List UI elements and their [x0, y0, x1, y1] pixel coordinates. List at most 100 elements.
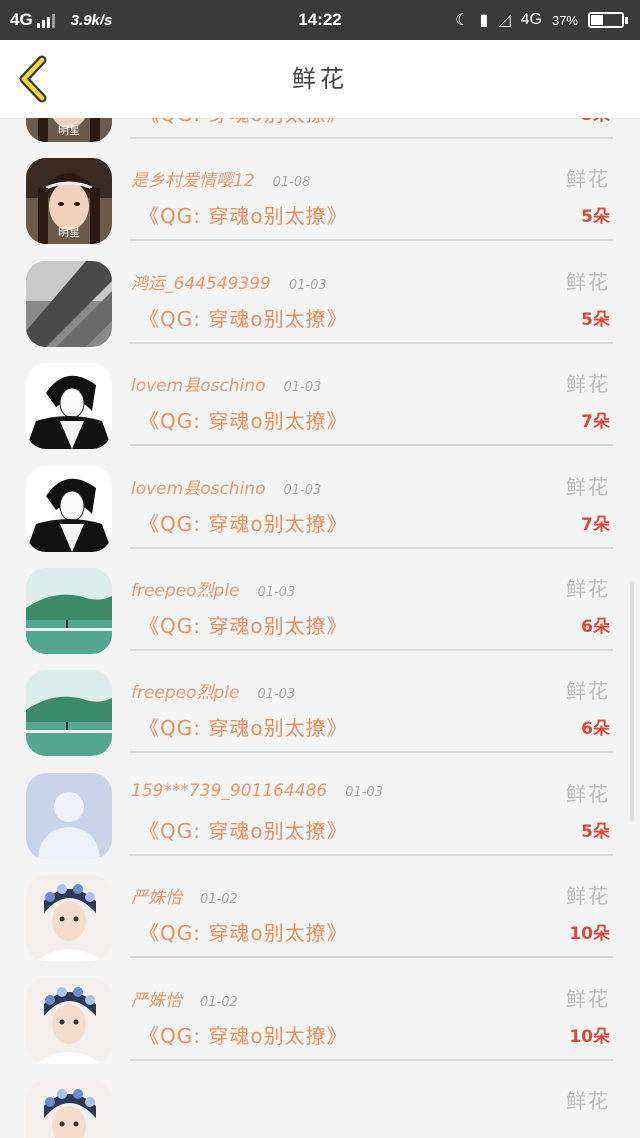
flower-count: 6朵 [581, 719, 610, 740]
sender-name [131, 1088, 149, 1108]
gift-type: 鲜花 [566, 167, 610, 192]
divider [130, 546, 613, 549]
sim-icon: ▮ [479, 12, 489, 29]
scrollbar[interactable] [630, 582, 634, 822]
avatar-caption: 明星 [58, 226, 80, 240]
avatar[interactable] [26, 772, 112, 859]
flower-crown-boy-avatar-image [26, 1079, 112, 1138]
sender-name: 鸿运_644549399 01-03 [131, 273, 327, 294]
sender-name: freepeo烈ple 01-03 [131, 683, 296, 704]
list-item[interactable]: 严姝怡 01-02 鲜花 《QG: 穿魂o别太撩》 10朵 [0, 960, 640, 1064]
status-bar: 4G 3.9k/s 14:22 ☾ ▮ ◿ 4G 37% [0, 0, 640, 40]
list-item[interactable]: lovem县oschino 01-03 鲜花 《QG: 穿魂o别太撩》 7朵 [0, 448, 640, 552]
gift-date: 01-03 [283, 482, 322, 498]
avatar[interactable] [26, 260, 112, 347]
avatar[interactable] [26, 670, 112, 757]
gift-date: 01-08 [272, 175, 311, 191]
gift-date: 01-03 [257, 687, 296, 703]
avatar[interactable] [26, 875, 112, 962]
avatar[interactable] [26, 567, 112, 654]
flower-count: 5朵 [581, 118, 610, 125]
book-title: 《QG: 穿魂o别太撩》 [139, 921, 348, 946]
avatar[interactable] [26, 465, 112, 552]
flower-count: 5朵 [581, 821, 610, 842]
gift-date: 01-03 [345, 784, 384, 800]
book-title: 《QG: 穿魂o别太撩》 [139, 818, 348, 843]
list-item[interactable]: 明星 是乡村爱情嘤1201-08 鲜花 《QG: 穿魂o别太撩》 5朵 [0, 140, 640, 245]
gift-type: 鲜花 [566, 986, 610, 1011]
gift-date: 01-03 [257, 584, 296, 600]
divider [130, 341, 613, 344]
app-header: 鲜花 [0, 40, 640, 119]
divider [130, 137, 613, 139]
gift-type: 鲜花 [566, 474, 610, 499]
flower-count: 6朵 [581, 616, 610, 637]
gift-date: 01-02 [200, 892, 238, 908]
gift-type: 鲜花 [566, 269, 610, 294]
flower-count: 5朵 [581, 207, 610, 228]
sender-name: 是乡村爱情嘤12 01-08 [131, 171, 311, 192]
avatar-caption: 明星 [58, 124, 80, 137]
gift-type: 鲜花 [566, 1088, 610, 1113]
book-title: 《QG: 穿魂o别太撩》 [139, 118, 348, 127]
book-title: 《QG: 穿魂o别太撩》 [139, 613, 348, 638]
gift-date: 01-03 [283, 380, 322, 396]
anime-boy-avatar-image [26, 465, 112, 552]
anime-boy-avatar-image [26, 363, 112, 450]
sender-name: lovem县oschino 01-03 [131, 478, 322, 499]
gift-type: 鲜花 [566, 372, 610, 397]
divider [130, 1058, 613, 1061]
book-title: 《QG: 穿魂o别太撩》 [139, 1023, 348, 1048]
sender-name: freepeo烈ple 01-03 [131, 580, 296, 601]
gift-date: 01-02 [200, 994, 238, 1010]
gift-date: 01-03 [288, 277, 327, 293]
gift-type: 鲜花 [566, 884, 610, 909]
divider [130, 239, 613, 242]
flower-gift-list[interactable]: 明星 是乡村爱情嘤1201-08 鲜花 《QG: 穿魂o别太撩》 5朵 明星 是… [0, 118, 640, 1138]
list-item[interactable]: lovem县oschino 01-03 鲜花 《QG: 穿魂o别太撩》 7朵 [0, 345, 640, 450]
lake-landscape-avatar-image [26, 567, 112, 654]
divider [130, 956, 613, 959]
flower-count: 10朵 [569, 924, 610, 945]
list-item[interactable]: freepeo烈ple 01-03 鲜花 《QG: 穿魂o别太撩》 6朵 [0, 652, 640, 757]
flower-count: 5朵 [581, 309, 610, 330]
status-right: ☾ ▮ ◿ 4G 37% [455, 0, 628, 40]
moon-icon: ☾ [455, 12, 470, 29]
default-person-avatar-image [26, 772, 112, 859]
no-signal-icon: ◿ [498, 12, 511, 29]
sender-name: 严姝怡 01-02 [131, 990, 238, 1011]
book-title: 《QG: 穿魂o别太撩》 [139, 511, 348, 536]
lake-landscape-avatar-image [26, 670, 112, 757]
list-item[interactable]: freepeo烈ple 01-03 鲜花 《QG: 穿魂o别太撩》 6朵 [0, 550, 640, 654]
flower-count: 10朵 [569, 1026, 610, 1047]
book-title: 《QG: 穿魂o别太撩》 [139, 204, 348, 229]
gray-abstract-avatar-image [26, 260, 112, 347]
list-item[interactable]: 鲜花 [0, 1062, 640, 1138]
book-title: 《QG: 穿魂o别太撩》 [139, 306, 348, 331]
avatar[interactable] [26, 977, 112, 1064]
avatar[interactable]: 明星 [26, 118, 112, 142]
sender-name: 严姝怡 01-02 [131, 888, 238, 909]
list-item[interactable]: 严姝怡 01-02 鲜花 《QG: 穿魂o别太撩》 10朵 [0, 857, 640, 962]
divider [130, 751, 613, 754]
sender-name: lovem县oschino 01-03 [131, 376, 322, 397]
divider [130, 853, 613, 856]
gift-type: 鲜花 [566, 576, 610, 601]
gift-type: 鲜花 [566, 781, 610, 806]
divider [130, 444, 613, 447]
battery-percent: 37% [551, 12, 578, 28]
flower-count: 7朵 [581, 514, 610, 535]
list-item[interactable]: 鸿运_644549399 01-03 鲜花 《QG: 穿魂o别太撩》 5朵 [0, 243, 640, 347]
book-title: 《QG: 穿魂o别太撩》 [139, 409, 348, 434]
page-title: 鲜花 [292, 65, 348, 93]
book-title: 《QG: 穿魂o别太撩》 [139, 716, 348, 741]
list-item[interactable]: 明星 是乡村爱情嘤1201-08 鲜花 《QG: 穿魂o别太撩》 5朵 [0, 118, 640, 142]
sender-name: 159***739_901164486 01-03 [131, 780, 384, 801]
avatar[interactable] [26, 1079, 112, 1138]
list-item[interactable]: 159***739_901164486 01-03 鲜花 《QG: 穿魂o别太撩》… [0, 755, 640, 859]
avatar[interactable] [26, 363, 112, 450]
flower-count: 7朵 [581, 412, 610, 433]
divider [130, 648, 613, 651]
avatar[interactable]: 明星 [26, 158, 112, 245]
flower-crown-boy-avatar-image [26, 875, 112, 962]
